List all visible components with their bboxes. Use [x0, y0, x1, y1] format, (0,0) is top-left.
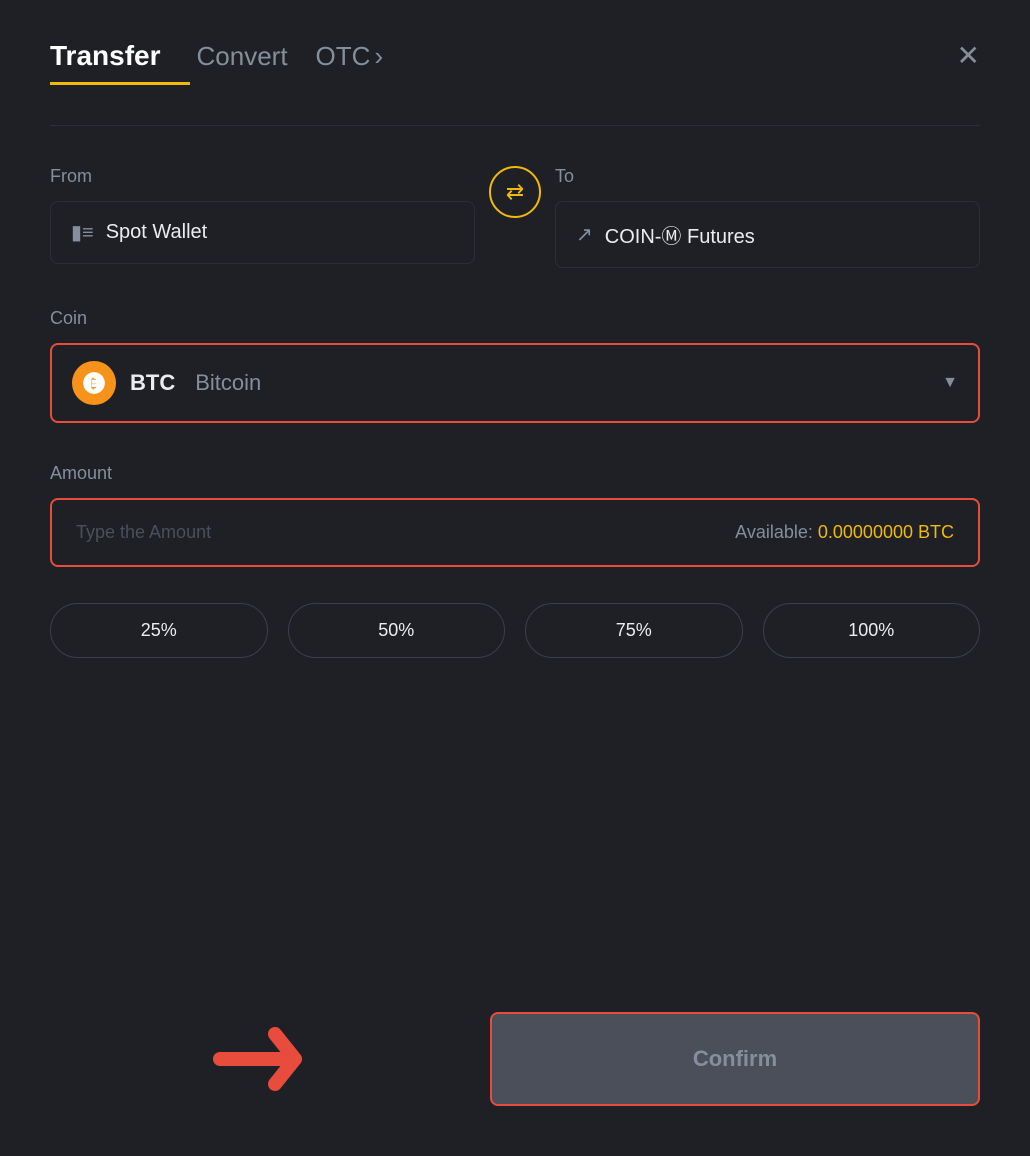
pct-75-button[interactable]: 75%	[525, 603, 743, 658]
close-button[interactable]: ✕	[957, 42, 980, 70]
from-column: From ▮≡ Spot Wallet	[50, 166, 475, 264]
amount-label: Amount	[50, 463, 980, 484]
from-label: From	[50, 166, 475, 187]
tab-otc[interactable]: OTC ›	[316, 41, 384, 72]
swap-wrapper: ⇄	[475, 166, 555, 228]
pct-50-button[interactable]: 50%	[288, 603, 506, 658]
amount-section: Amount Type the Amount Available: 0.0000…	[50, 463, 980, 567]
modal-header: Transfer Convert OTC › ✕	[50, 40, 980, 72]
swap-button[interactable]: ⇄	[489, 166, 541, 218]
chevron-down-icon: ▼	[942, 374, 958, 392]
confirm-button[interactable]: Confirm	[490, 1012, 980, 1106]
wallet-card-icon: ▮≡	[71, 220, 94, 245]
to-column: To ↗ COIN-Ⓜ Futures	[555, 166, 980, 268]
percentage-buttons: 25% 50% 75% 100%	[50, 603, 980, 658]
pct-25-button[interactable]: 25%	[50, 603, 268, 658]
btc-icon	[72, 361, 116, 405]
arrow-indicator	[210, 1019, 330, 1099]
active-tab-indicator	[50, 82, 190, 85]
from-wallet-box[interactable]: ▮≡ Spot Wallet	[50, 201, 475, 264]
to-wallet-box[interactable]: ↗ COIN-Ⓜ Futures	[555, 201, 980, 268]
to-label: To	[555, 166, 980, 187]
confirm-section: Confirm	[50, 1012, 980, 1106]
coin-symbol: BTC	[130, 370, 175, 396]
red-arrow-icon	[210, 1019, 330, 1099]
transfer-modal: Transfer Convert OTC › ✕ From ▮≡ Spot Wa…	[0, 0, 1030, 1156]
futures-icon: ↗	[576, 222, 593, 247]
available-label: Available:	[735, 522, 813, 542]
available-text: Available: 0.00000000 BTC	[735, 522, 954, 543]
available-amount: 0.00000000 BTC	[818, 522, 954, 542]
coin-section: Coin BTC Bitcoin ▼	[50, 308, 980, 423]
from-to-section: From ▮≡ Spot Wallet ⇄ To ↗ COIN-Ⓜ Future…	[50, 166, 980, 268]
pct-100-button[interactable]: 100%	[763, 603, 981, 658]
coin-label: Coin	[50, 308, 980, 329]
header-divider	[50, 125, 980, 126]
tab-transfer[interactable]: Transfer	[50, 40, 161, 72]
swap-icon: ⇄	[506, 179, 524, 205]
to-wallet-name: COIN-Ⓜ Futures	[605, 220, 755, 249]
amount-placeholder: Type the Amount	[76, 522, 211, 543]
tab-convert[interactable]: Convert	[197, 41, 288, 72]
coin-select[interactable]: BTC Bitcoin ▼	[50, 343, 980, 423]
coin-full-name: Bitcoin	[195, 370, 261, 396]
amount-input-box[interactable]: Type the Amount Available: 0.00000000 BT…	[50, 498, 980, 567]
from-wallet-name: Spot Wallet	[106, 221, 208, 244]
